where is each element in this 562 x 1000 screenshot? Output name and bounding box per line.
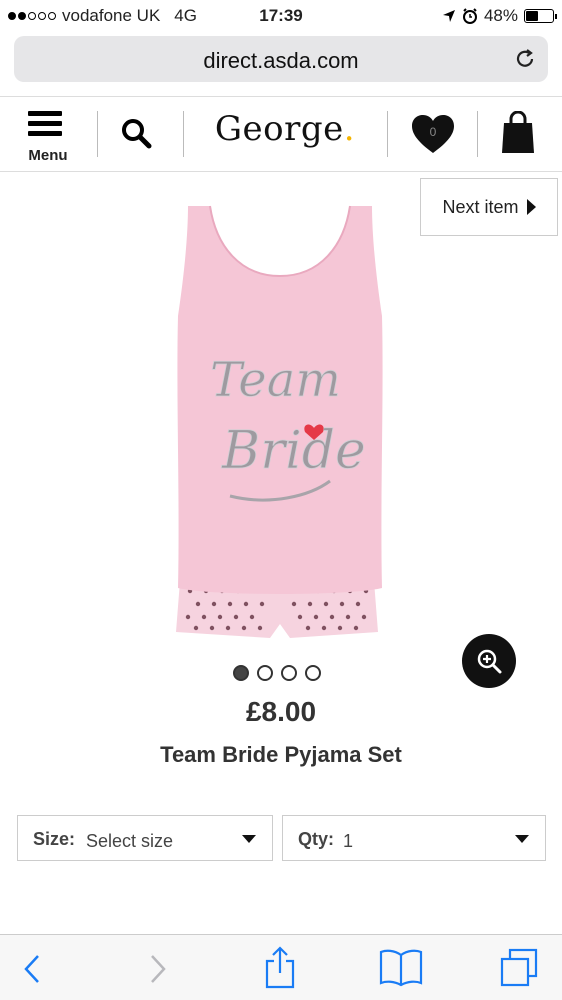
book-icon <box>379 949 423 987</box>
logo-dot: . <box>343 109 356 149</box>
address-bar[interactable]: direct.asda.com <box>14 36 548 82</box>
menu-button[interactable]: Menu <box>20 107 76 164</box>
share-icon <box>265 946 295 989</box>
shopping-bag-icon <box>502 110 534 153</box>
search-button[interactable] <box>118 115 158 155</box>
george-logo[interactable]: George. <box>200 109 370 149</box>
caret-right-icon <box>526 199 536 215</box>
qty-value: 1 <box>343 831 354 851</box>
carousel-dot[interactable] <box>281 665 297 681</box>
size-select[interactable]: Size: Select size <box>17 815 273 861</box>
alarm-clock-icon <box>462 8 477 24</box>
wishlist-count: 0 <box>429 125 437 139</box>
status-right: 48% <box>442 6 557 26</box>
carousel-dot[interactable] <box>257 665 273 681</box>
hamburger-icon <box>28 111 62 141</box>
status-bar: vodafone UK 4G 17:39 48% <box>0 0 562 32</box>
chevron-down-icon <box>515 835 529 843</box>
header-divider <box>387 111 388 157</box>
graphic-text-bride: Bride <box>221 421 366 481</box>
carousel-dot[interactable] <box>305 665 321 681</box>
browser-toolbar <box>0 934 562 1000</box>
product-title: Team Bride Pyjama Set <box>160 742 402 767</box>
reload-icon[interactable] <box>514 48 536 70</box>
bookmarks-button[interactable] <box>378 947 426 987</box>
wishlist-button[interactable]: 0 <box>410 113 456 157</box>
size-label: Size: <box>33 829 76 849</box>
chevron-left-icon <box>24 955 39 983</box>
quantity-select[interactable]: Qty: 1 <box>282 815 546 861</box>
back-button[interactable] <box>14 951 54 987</box>
tabs-icon <box>500 948 538 987</box>
share-button[interactable] <box>260 945 300 989</box>
menu-label: Menu <box>28 147 68 164</box>
next-item-label: Next item <box>442 196 519 217</box>
logo-text: George <box>214 109 344 149</box>
chevron-down-icon <box>242 835 256 843</box>
product-image[interactable]: Team Bride <box>160 196 400 646</box>
url-text: direct.asda.com <box>203 48 359 73</box>
graphic-text-team: Team <box>210 352 341 408</box>
product-price: £8.00 <box>245 696 317 727</box>
header-divider <box>477 111 478 157</box>
battery-icon <box>524 9 557 23</box>
battery-percent: 48% <box>483 6 518 25</box>
shopping-bag-button[interactable] <box>500 110 540 157</box>
carousel-dot[interactable] <box>233 665 249 681</box>
qty-label: Qty: <box>298 829 334 849</box>
image-carousel-dots <box>0 665 558 681</box>
next-item-button[interactable]: Next item <box>420 178 558 236</box>
forward-button[interactable] <box>140 951 180 987</box>
site-header: Menu George. 0 <box>0 96 562 172</box>
header-divider <box>97 111 98 157</box>
chevron-right-icon <box>151 955 166 983</box>
size-value: Select size <box>86 831 174 851</box>
search-icon <box>122 119 152 149</box>
tabs-button[interactable] <box>498 947 538 987</box>
location-arrow-icon <box>442 10 455 22</box>
browser-address-area: direct.asda.com <box>0 32 562 94</box>
header-divider <box>183 111 184 157</box>
